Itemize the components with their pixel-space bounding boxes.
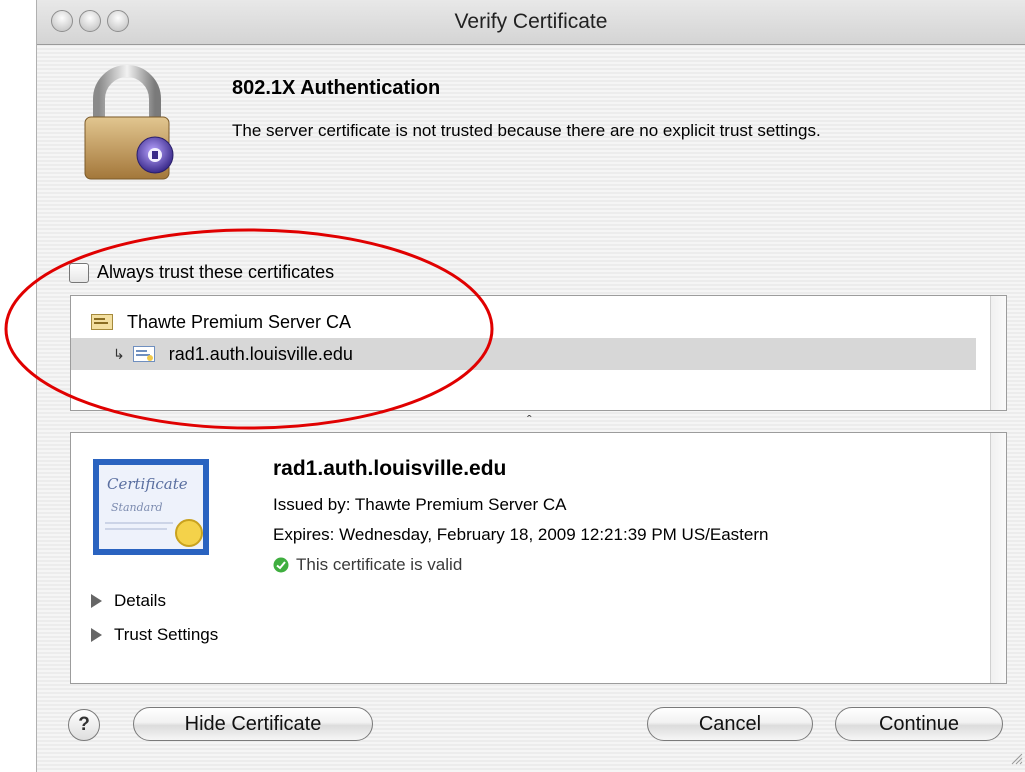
verify-certificate-window: Verify Certificate 802.1X Authentication [36, 0, 1025, 772]
tree-item-root-ca[interactable]: Thawte Premium Server CA [71, 306, 976, 338]
certificate-icon [132, 346, 155, 362]
resize-grip-icon[interactable] [1009, 751, 1023, 770]
cancel-button[interactable]: Cancel [647, 707, 813, 741]
issued-by-text: Issued by: Thawte Premium Server CA [273, 495, 567, 514]
window-title: Verify Certificate [454, 10, 608, 33]
continue-button[interactable]: Continue [835, 707, 1003, 741]
certificate-details-pane: Certificate Standard rad1.auth.louisvill… [70, 432, 1007, 684]
title-bar: Verify Certificate [37, 0, 1025, 45]
details-disclosure[interactable]: Details [91, 591, 166, 611]
certificate-large-icon: Certificate Standard [93, 459, 209, 560]
validity-status: This certificate is valid [273, 555, 462, 575]
validity-status-text: This certificate is valid [296, 555, 463, 574]
disclosure-triangle-icon[interactable] [91, 628, 102, 642]
hide-certificate-button[interactable]: Hide Certificate [133, 707, 373, 741]
always-trust-row[interactable]: Always trust these certificates [69, 262, 334, 283]
tree-item-server-cert[interactable]: ↳ rad1.auth.louisville.edu [71, 338, 976, 370]
certificate-chain-list: Thawte Premium Server CA ↳ rad1.auth.lou… [70, 295, 1007, 411]
details-label[interactable]: Details [114, 591, 166, 611]
always-trust-checkbox[interactable] [69, 262, 89, 283]
alert-heading: 802.1X Authentication [232, 77, 441, 99]
certificate-icon [91, 314, 113, 330]
child-arrow-icon: ↳ [113, 345, 125, 362]
always-trust-label[interactable]: Always trust these certificates [97, 262, 334, 283]
trust-settings-label[interactable]: Trust Settings [114, 625, 218, 645]
alert-message: The server certificate is not trusted be… [232, 121, 821, 140]
padlock-icon [77, 65, 177, 188]
disclosure-triangle-icon[interactable] [91, 594, 102, 608]
trust-settings-disclosure[interactable]: Trust Settings [91, 625, 218, 645]
tree-item-label: Thawte Premium Server CA [127, 311, 352, 332]
cert-image-subtitle: Standard [111, 501, 163, 514]
details-scrollbar[interactable] [990, 433, 1006, 683]
checkmark-icon [273, 557, 289, 573]
expires-text: Expires: Wednesday, February 18, 2009 12… [273, 525, 769, 544]
cert-image-title: Certificate [107, 475, 188, 493]
pane-splitter-handle[interactable]: ˆ [527, 412, 532, 428]
tree-item-label: rad1.auth.louisville.edu [168, 343, 353, 364]
help-button[interactable]: ? [68, 709, 100, 741]
tree-scrollbar[interactable] [990, 296, 1006, 410]
certificate-name: rad1.auth.louisville.edu [273, 457, 507, 480]
